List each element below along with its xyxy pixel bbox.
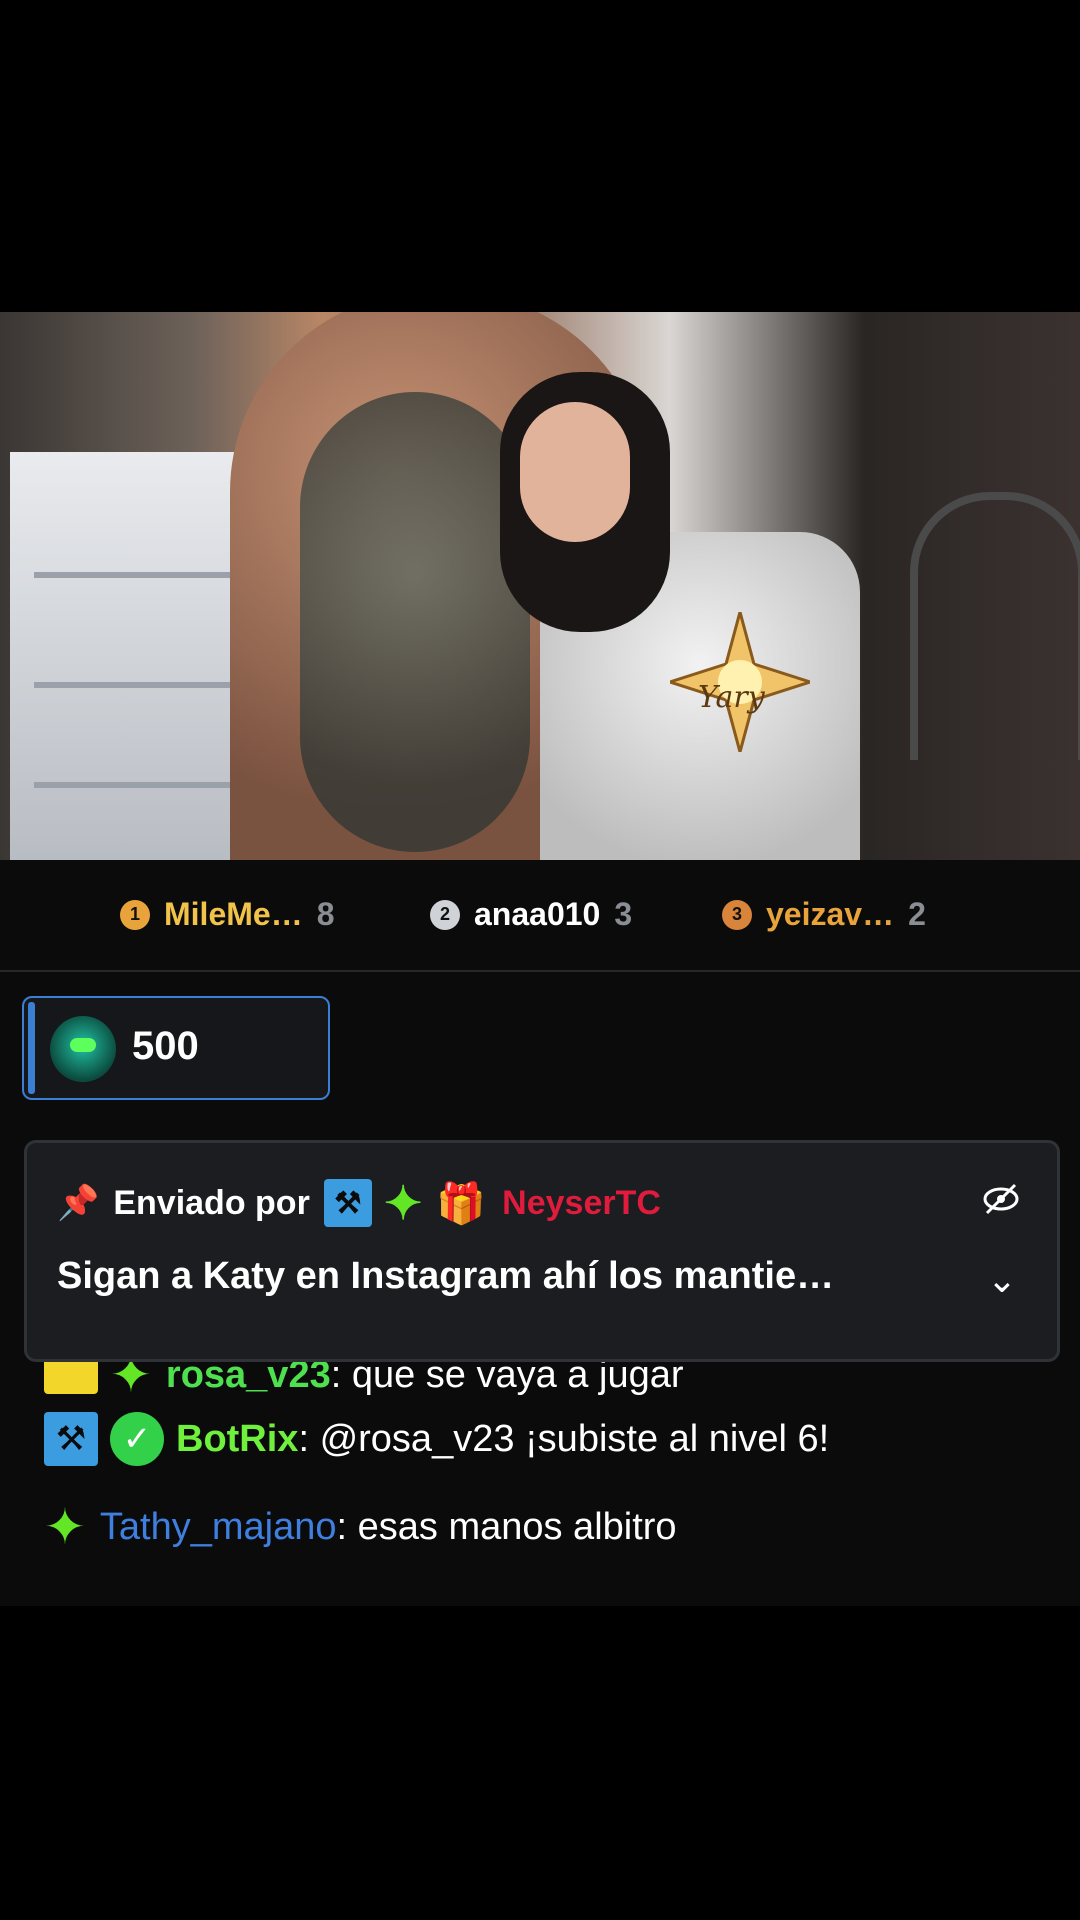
watermark-text: Yary (698, 680, 765, 715)
chat-message[interactable]: ⚒ ✓ BotRix : @rosa_v23 ¡subiste al nivel… (44, 1412, 829, 1466)
leaderboard-count: 8 (316, 896, 335, 932)
gift-card[interactable]: 500 (22, 996, 330, 1100)
pinned-message[interactable]: 📌 Enviado por ⚒ ✦ 🎁 NeyserTC Sigan a Kat… (24, 1140, 1060, 1362)
video-person-face (520, 402, 630, 542)
video-tattoo (300, 392, 530, 852)
pinned-author[interactable]: NeyserTC (502, 1184, 661, 1223)
chat-username[interactable]: Tathy_majano (100, 1506, 337, 1549)
leaderboard-name: anaa010 (474, 896, 601, 932)
video-player[interactable]: Yary (0, 312, 1080, 860)
video-faucet (910, 492, 1080, 760)
hide-eye-off-icon[interactable] (981, 1179, 1021, 1229)
chat-text: : @rosa_v23 ¡subiste al nivel 6! (298, 1417, 830, 1460)
moderator-hammer-icon: ⚒ (323, 1179, 372, 1227)
gift-leaderboard: 1 MileMe… 8 2 anaa010 3 3 yeizav… 2 (0, 860, 1080, 972)
chat-message[interactable]: ✦ Tathy_majano : esas manos albitro (44, 1502, 677, 1552)
gift-icon: 🎁 (436, 1181, 487, 1226)
sparkle-icon: ✦ (44, 1499, 86, 1555)
chat-text: : esas manos albitro (336, 1505, 677, 1548)
leaderboard-item-3[interactable]: 3 yeizav… 2 (722, 896, 926, 933)
leaderboard-count: 3 (614, 896, 633, 932)
verified-check-icon: ✓ (110, 1412, 164, 1466)
leaderboard-count: 2 (908, 896, 926, 932)
sparkle-icon: ✦ (383, 1177, 423, 1229)
chevron-down-icon[interactable]: ⌄ (987, 1259, 1017, 1301)
moderator-hammer-icon: ⚒ (44, 1412, 98, 1466)
leaderboard-name: yeizav… (766, 896, 895, 932)
avatar (50, 1016, 116, 1082)
chat-username[interactable]: BotRix (176, 1418, 298, 1461)
pinned-header: 📌 Enviado por ⚒ ✦ 🎁 NeyserTC (57, 1179, 661, 1227)
sent-by-label: Enviado por (113, 1183, 310, 1222)
rank-1-badge: 1 (120, 899, 150, 930)
pin-icon: 📌 (57, 1184, 100, 1222)
leaderboard-name: MileMe… (164, 896, 303, 932)
gift-progress-bar (28, 1002, 35, 1094)
rank-2-badge: 2 (430, 899, 460, 930)
leaderboard-item-2[interactable]: 2 anaa010 3 (430, 896, 632, 933)
leaderboard-item-1[interactable]: 1 MileMe… 8 (120, 896, 334, 933)
pinned-text: Sigan a Katy en Instagram ahí los mantie… (57, 1255, 835, 1297)
gift-amount: 500 (132, 1024, 199, 1068)
video-fridge (10, 452, 266, 860)
rank-3-badge: 3 (722, 899, 752, 930)
